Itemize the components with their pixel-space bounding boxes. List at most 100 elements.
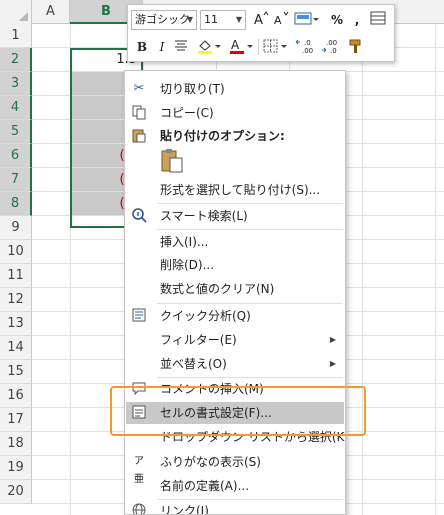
align-center-button[interactable]: [173, 37, 189, 57]
menu-item-insert-comment[interactable]: コメントの挿入(M): [126, 378, 344, 400]
menu-item-paste-options: 貼り付けのオプション:: [126, 125, 344, 147]
row-header-16[interactable]: 16: [0, 384, 32, 408]
font-name-combo[interactable]: 游ゴシック ▼: [131, 10, 197, 30]
menu-item-label: ふりがなの表示(S): [160, 455, 261, 469]
menu-item-label: セルの書式設定(F)...: [160, 406, 272, 420]
menu-item-sort[interactable]: 並べ替え(O) ▶: [126, 353, 344, 375]
row-header-17[interactable]: 17: [0, 408, 32, 432]
font-color-icon: A: [230, 38, 253, 54]
accounting-format-icon: [294, 12, 319, 25]
row-header-7[interactable]: 7: [0, 168, 32, 192]
decrease-decimal-button[interactable]: .00 .0: [320, 37, 346, 57]
row-header-15[interactable]: 15: [0, 360, 32, 384]
menu-separator: [157, 203, 343, 204]
chevron-down-icon: ▼: [235, 15, 243, 24]
menu-item-smart-lookup[interactable]: スマート検索(L): [126, 205, 344, 227]
submenu-arrow-icon: ▶: [329, 359, 336, 368]
select-all-corner[interactable]: [0, 0, 32, 24]
copy-icon: [130, 104, 148, 122]
paintbrush-icon: [349, 39, 361, 53]
row-header-8[interactable]: 8: [0, 192, 32, 216]
mini-toolbar: 游ゴシック ▼ 11 ▼ A A % , B I A .0 .00 .00 .0: [127, 4, 395, 62]
menu-item-label: 名前の定義(A)...: [160, 479, 250, 493]
menu-item-label: 貼り付けのオプション:: [160, 129, 285, 143]
row-header-18[interactable]: 18: [0, 432, 32, 456]
row-header-12[interactable]: 12: [0, 288, 32, 312]
svg-text:A: A: [254, 13, 263, 26]
menu-item-clear-contents[interactable]: 数式と値のクリア(N): [126, 278, 344, 300]
comma-style-button[interactable]: ,: [349, 10, 365, 30]
menu-item-label: コメントの挿入(M): [160, 382, 264, 396]
link-icon: [130, 502, 148, 514]
menu-item-define-name[interactable]: 名前の定義(A)...: [126, 475, 344, 497]
format-painter-button[interactable]: [348, 37, 366, 57]
align-center-icon: [175, 40, 187, 51]
menu-item-label: クイック分析(Q): [160, 309, 251, 323]
percent-style-button[interactable]: %: [329, 10, 345, 30]
scissors-icon: ✂: [133, 81, 145, 96]
row-header-19[interactable]: 19: [0, 456, 32, 480]
borders-button[interactable]: [262, 37, 288, 57]
font-name-value: 游ゴシック: [135, 13, 190, 26]
shrink-font-icon: A: [274, 11, 289, 27]
svg-text:A: A: [231, 38, 240, 52]
menu-item-label: スマート検索(L): [160, 209, 248, 223]
row-header-11[interactable]: 11: [0, 264, 32, 288]
menu-item-label: ドロップダウン リストから選択(K)...: [160, 430, 346, 444]
gridline: [435, 24, 436, 515]
row-header-9[interactable]: 9: [0, 216, 32, 240]
paste-clipboard-icon: [161, 149, 183, 173]
menu-item-delete[interactable]: 削除(D)...: [126, 254, 344, 276]
svg-text:.00: .00: [302, 47, 313, 55]
menu-item-label: コピー(C): [160, 106, 214, 120]
svg-text:.00: .00: [326, 39, 337, 47]
menu-item-format-cells[interactable]: セルの書式設定(F)...: [126, 402, 344, 424]
menu-item-paste-special[interactable]: 形式を選択して貼り付け(S)...: [126, 179, 344, 201]
submenu-arrow-icon: ▶: [329, 335, 336, 344]
font-size-combo[interactable]: 11 ▼: [200, 10, 246, 30]
mini-toolbar-row-1: 游ゴシック ▼ 11 ▼ A A % ,: [128, 8, 394, 34]
row-header-14[interactable]: 14: [0, 336, 32, 360]
menu-item-label: リンク(I): [160, 504, 209, 515]
menu-item-quick-analysis[interactable]: クイック分析(Q): [126, 305, 344, 327]
font-color-button[interactable]: A: [228, 37, 254, 57]
menu-item-copy[interactable]: コピー(C): [126, 102, 344, 124]
menu-item-link[interactable]: リンク(I): [126, 500, 344, 515]
phonetic-icon: ア亜: [134, 456, 144, 485]
grow-font-button[interactable]: A: [252, 10, 270, 30]
row-header-4[interactable]: 4: [0, 96, 32, 120]
decrease-decimal-icon: .00 .0: [322, 39, 337, 55]
row-header-2[interactable]: 2: [0, 48, 32, 72]
smart-lookup-icon: [130, 207, 148, 225]
comment-icon: [130, 380, 148, 398]
menu-item-filter[interactable]: フィルター(E) ▶: [126, 329, 344, 351]
row-header-1[interactable]: 1: [0, 24, 32, 48]
menu-item-cut[interactable]: ✂ 切り取り(T): [126, 78, 344, 100]
row-header-13[interactable]: 13: [0, 312, 32, 336]
menu-item-pick-from-list[interactable]: ドロップダウン リストから選択(K)...: [126, 426, 346, 448]
row-header-5[interactable]: 5: [0, 120, 32, 144]
italic-button[interactable]: I: [154, 37, 170, 57]
clipboard-icon: [130, 127, 148, 145]
menu-separator: [157, 229, 343, 230]
grow-font-icon: A: [254, 11, 269, 28]
menu-item-label: 削除(D)...: [160, 258, 215, 272]
number-format-button[interactable]: [294, 10, 320, 30]
bold-button[interactable]: B: [134, 37, 150, 57]
increase-decimal-button[interactable]: .0 .00: [294, 37, 320, 57]
font-size-value: 11: [204, 13, 218, 26]
fill-color-button[interactable]: [196, 37, 222, 57]
menu-item-show-phonetic[interactable]: ア亜 ふりがなの表示(S): [126, 451, 344, 485]
toolbar-separator: [258, 39, 259, 55]
shrink-font-button[interactable]: A: [272, 10, 290, 30]
paste-button[interactable]: [159, 147, 185, 175]
row-header-10[interactable]: 10: [0, 240, 32, 264]
svg-text:A: A: [274, 14, 282, 26]
format-painter-table-button[interactable]: [368, 10, 388, 30]
row-header-6[interactable]: 6: [0, 144, 32, 168]
row-header-20[interactable]: 20: [0, 480, 32, 504]
row-header-3[interactable]: 3: [0, 72, 32, 96]
quick-analysis-icon: [130, 307, 148, 325]
column-header-a[interactable]: A: [32, 0, 70, 24]
menu-item-insert[interactable]: 挿入(I)...: [126, 231, 344, 253]
